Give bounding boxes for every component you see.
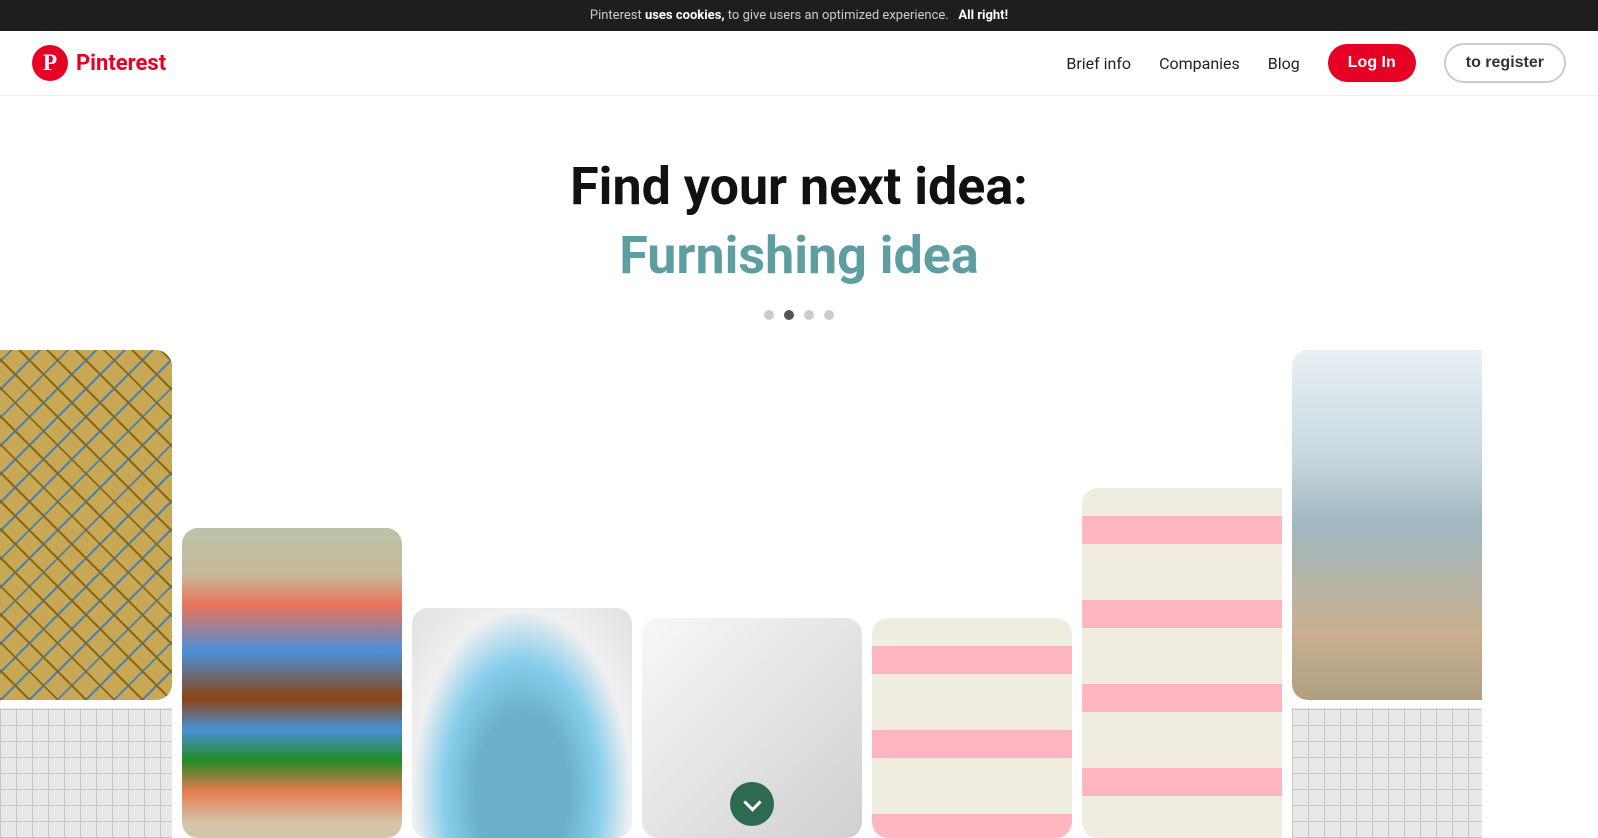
image-card-moroccan-tiles — [0, 350, 172, 700]
dot-2[interactable] — [784, 310, 794, 320]
far-right-column — [1292, 350, 1482, 838]
dot-1[interactable] — [764, 310, 774, 320]
logo-text: Pinterest — [76, 51, 166, 76]
nav-blog[interactable]: Blog — [1268, 54, 1300, 73]
image-grid — [0, 350, 1598, 838]
right-column — [1082, 488, 1282, 838]
cookie-text: Pinterest uses cookies, to give users an… — [590, 8, 1008, 23]
logo-link[interactable]: P Pinterest — [32, 45, 166, 81]
image-card-bathroom-sink — [412, 608, 632, 838]
dot-3[interactable] — [804, 310, 814, 320]
svg-text:P: P — [43, 50, 57, 76]
image-card-grey — [1292, 708, 1482, 838]
image-card-room — [1292, 350, 1482, 700]
cookie-banner: Pinterest uses cookies, to give users an… — [0, 0, 1598, 31]
image-card-floral-stairs — [872, 618, 1072, 838]
hero-subtitle: Furnishing idea — [20, 225, 1578, 286]
center-card-wrapper — [642, 618, 862, 838]
pinterest-logo-icon: P — [32, 45, 68, 81]
image-card-bedroom — [182, 528, 402, 838]
left-column — [0, 350, 172, 838]
image-card-pattern — [0, 708, 172, 838]
login-button[interactable]: Log In — [1328, 44, 1416, 82]
nav-companies[interactable]: Companies — [1159, 54, 1240, 73]
main-nav: Brief info Companies Blog Log In to regi… — [1066, 43, 1566, 83]
dot-4[interactable] — [824, 310, 834, 320]
nav-brief-info[interactable]: Brief info — [1066, 54, 1131, 73]
hero-title: Find your next idea: — [20, 156, 1578, 217]
cookie-accept-link[interactable]: All right! — [958, 8, 1008, 23]
header: P Pinterest Brief info Companies Blog Lo… — [0, 31, 1598, 96]
hero-section: Find your next idea: Furnishing idea — [0, 96, 1598, 350]
image-card-stairs-right — [1082, 488, 1282, 838]
scroll-down-button[interactable] — [730, 782, 774, 826]
register-button[interactable]: to register — [1444, 43, 1566, 83]
carousel-dots — [20, 310, 1578, 320]
